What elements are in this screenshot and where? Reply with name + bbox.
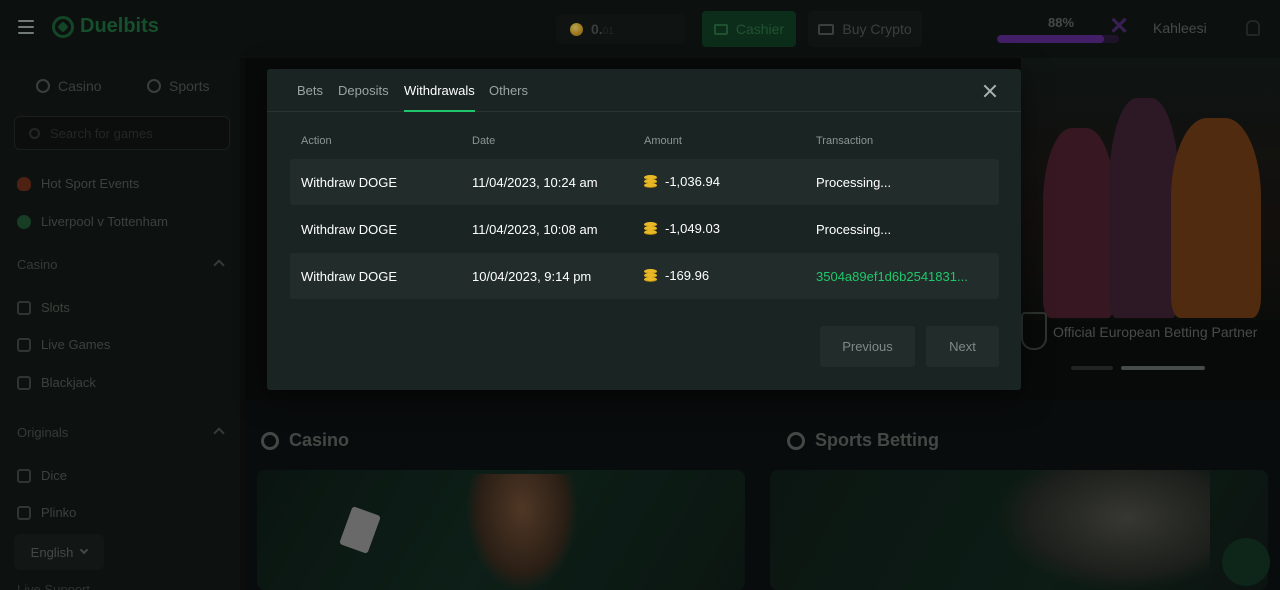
column-header-action: Action — [301, 135, 332, 147]
cell-action: Withdraw DOGE — [301, 269, 398, 284]
amount-value: -1,036.94 — [665, 174, 720, 189]
cell-action: Withdraw DOGE — [301, 222, 398, 237]
cell-date: 11/04/2023, 10:08 am — [472, 222, 598, 237]
table-row: Withdraw DOGE 10/04/2023, 9:14 pm -169.9… — [290, 253, 999, 299]
tab-bets[interactable]: Bets — [297, 83, 323, 112]
cell-date: 10/04/2023, 9:14 pm — [472, 269, 592, 284]
doge-coin-icon — [644, 269, 657, 282]
column-header-date: Date — [472, 135, 496, 147]
table-row: Withdraw DOGE 11/04/2023, 10:24 am -1,03… — [290, 159, 999, 205]
transaction-hash-link[interactable]: 3504a89ef1d6b2541831... — [816, 269, 968, 284]
cell-date: 11/04/2023, 10:24 am — [472, 175, 598, 190]
column-header-amount: Amount — [644, 135, 682, 147]
transactions-modal: Bets Deposits Withdrawals Others Action … — [267, 69, 1021, 390]
close-icon[interactable] — [980, 81, 1000, 101]
amount-value: -169.96 — [665, 268, 710, 283]
doge-coin-icon — [644, 222, 657, 235]
cell-transaction: Processing... — [816, 175, 892, 190]
tab-withdrawals[interactable]: Withdrawals — [404, 83, 475, 112]
cell-action: Withdraw DOGE — [301, 175, 398, 190]
cell-amount: -169.96 — [644, 268, 709, 283]
modal-tab-bar: Bets Deposits Withdrawals Others — [267, 69, 1021, 112]
cell-transaction: Processing... — [816, 222, 892, 237]
tab-deposits[interactable]: Deposits — [338, 83, 389, 112]
cell-amount: -1,036.94 — [644, 174, 720, 189]
tab-others[interactable]: Others — [489, 83, 528, 112]
column-header-transaction: Transaction — [816, 135, 874, 147]
table-row: Withdraw DOGE 11/04/2023, 10:08 am -1,04… — [290, 206, 999, 252]
previous-button[interactable]: Previous — [820, 326, 915, 367]
amount-value: -1,049.03 — [665, 221, 720, 236]
next-button[interactable]: Next — [926, 326, 999, 367]
cell-amount: -1,049.03 — [644, 221, 720, 236]
doge-coin-icon — [644, 175, 657, 188]
